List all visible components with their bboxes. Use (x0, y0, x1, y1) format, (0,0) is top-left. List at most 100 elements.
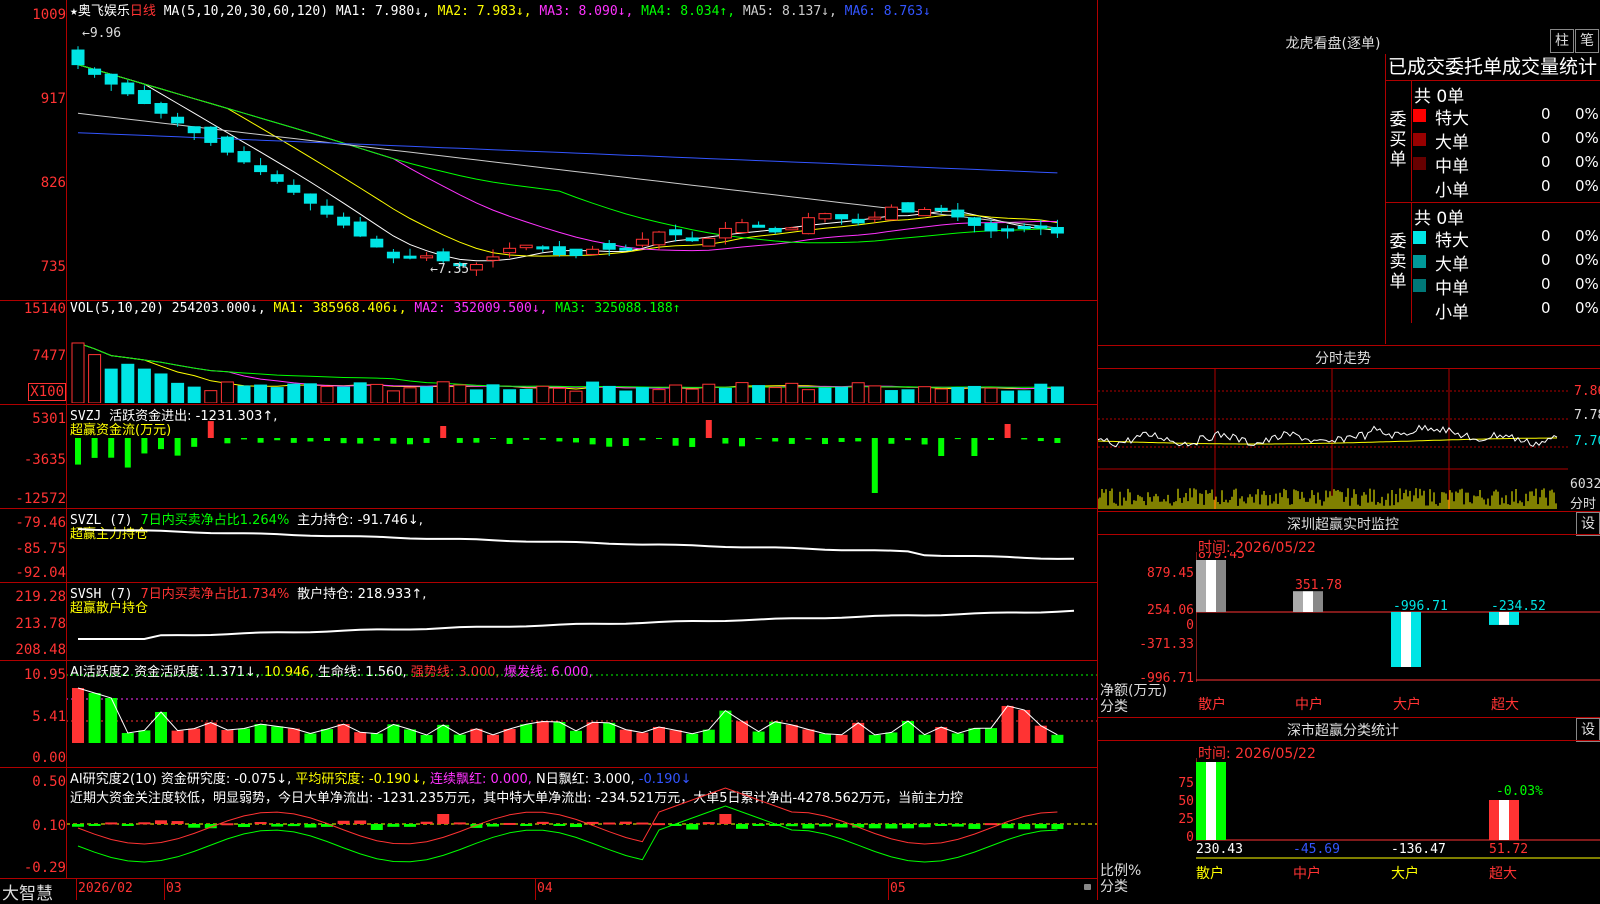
volume-bar (536, 385, 550, 403)
classify-category: 中户 (1293, 865, 1321, 882)
volume-bar (901, 389, 915, 403)
volume-bar (519, 388, 533, 403)
activity-bar (105, 698, 118, 743)
flow-bar (938, 438, 945, 456)
brand-label[interactable]: 大智慧 (2, 879, 53, 904)
ai-activity-pane[interactable]: 10.95 5.41 0.00 AI活跃度2 资金活跃度: 1.371↓, 10… (0, 661, 1097, 767)
flow-bar (224, 438, 231, 444)
flow-bar (274, 438, 281, 441)
research-bar (802, 824, 815, 829)
candle (1034, 225, 1048, 229)
dragon-table: 已成交委托单成交量统计 委买单 共 0单 特大 0 0% 大单 0 0% 中单 0 0% 小单 0 0… (1385, 54, 1600, 344)
flow-bar (324, 438, 330, 441)
flow-bar (407, 438, 413, 445)
ai-research-chart[interactable] (66, 768, 1097, 878)
realtime-monitor-panel[interactable]: 深圳超赢实时监控 设 时间: 2026/05/22 879.45 254.06 … (1098, 512, 1600, 717)
research-bar (138, 822, 151, 825)
volume-bar (220, 381, 234, 403)
candle (602, 243, 616, 250)
svzl-pane[interactable]: -79.46 -85.75 -92.04 SVZL (7) 7日内买卖净占比1.… (0, 509, 1097, 582)
classify-value: -136.47 (1391, 842, 1446, 857)
flow-bar (971, 438, 978, 456)
kline-pane[interactable]: 1009 917 826 735 ★奥飞娱乐日线 MA(5,10,20,30,6… (0, 0, 1097, 300)
flow-bar (456, 438, 463, 443)
activity-bar (487, 734, 499, 743)
research-bar (188, 824, 201, 828)
activity-bar (287, 728, 300, 743)
intraday-chart[interactable] (1098, 369, 1568, 509)
intraday-panel[interactable]: 分时走势 7.86 7.78 7.70 6032 分时 (1098, 346, 1600, 512)
research-bar (304, 824, 317, 828)
svsh-pane[interactable]: 219.28 213.78 208.48 SVSH (7) 7日内买卖净占比1.… (0, 583, 1097, 660)
flow-bar (523, 438, 530, 440)
activity-bar (238, 728, 250, 743)
activity-bar (553, 721, 566, 743)
activity-bar (586, 722, 599, 743)
vol-value: 254203.000↓, (171, 301, 266, 316)
svsh-chart[interactable] (66, 583, 1097, 660)
ai-research-y-axis: 0.50 0.10 -0.29 (0, 768, 66, 878)
dragon-tiger-panel[interactable]: 龙虎看盘(逐单) 柱 笔 已成交委托单成交量统计 委买单 共 0单 特大 0 0% 大… (1098, 0, 1600, 345)
x-label: 05 (890, 881, 906, 896)
bar-view-button[interactable]: 柱 (1550, 29, 1574, 53)
classify-chart[interactable]: 230.43 散户 -45.69 中户 -136.47 大户 51.72 超大 (1196, 758, 1600, 900)
ai-research-pane[interactable]: 0.50 0.10 -0.29 AI研究度2(10) 资金研究度: -0.075… (0, 768, 1097, 878)
lock-icon[interactable] (1084, 884, 1091, 890)
flow-bar (539, 438, 546, 440)
ai-activity-chart[interactable] (66, 661, 1097, 767)
activity-bar (420, 734, 433, 743)
divider (1098, 534, 1600, 535)
research-bar (520, 824, 533, 826)
activity-bar (570, 730, 582, 743)
activity-bar (370, 733, 383, 743)
candle (918, 208, 932, 217)
research-bar (935, 824, 948, 826)
research-bar (736, 824, 748, 829)
volume-pane[interactable]: 15140 7477 X100 VOL(5,10,20) 254203.000↓… (0, 301, 1097, 404)
candle (951, 209, 965, 218)
candle (685, 237, 699, 242)
monitor-chart[interactable]: 879.45 散户 351.78 中户 -996.71 大户 -234.52 超大 (1196, 552, 1600, 717)
activity-bar (271, 726, 284, 743)
flow-bar (241, 438, 247, 440)
volume-bar (984, 387, 998, 403)
volume-legend: VOL(5,10,20) 254203.000↓, MA1: 385968.40… (70, 301, 681, 316)
sell-row-label: 特大 (1435, 231, 1469, 251)
candle (154, 103, 168, 114)
volume-bar (967, 385, 981, 403)
volume-bar (552, 387, 566, 403)
sell-row-pct: 0% (1575, 275, 1599, 293)
svzj-chart[interactable] (66, 405, 1097, 508)
volume-chart[interactable] (66, 315, 1097, 403)
classify-panel[interactable]: 深市超赢分类统计 设 时间: 2026/05/22 75 50 25 0 比例%… (1098, 718, 1600, 900)
flow-bar (108, 438, 115, 458)
flow-bar (423, 438, 430, 443)
candle (1017, 226, 1031, 230)
flow-bar (1054, 438, 1061, 443)
candle (386, 251, 400, 259)
monitor-bar-group (1391, 612, 1421, 667)
svzj-pane[interactable]: 5301 -3635 -12572 SVZJ 活跃资金进出: -1231.303… (0, 405, 1097, 508)
research-bar (553, 824, 566, 826)
activity-bar (619, 729, 632, 743)
candle (486, 256, 500, 261)
candle (652, 231, 666, 246)
settings-button[interactable]: 设 (1576, 512, 1600, 536)
candle (88, 68, 102, 75)
y-tick: 219.28 (15, 589, 66, 605)
intraday-y-tick: 7.78 (1574, 408, 1600, 423)
volume-bar (254, 384, 268, 403)
flow-bar (141, 438, 148, 454)
svzl-chart[interactable] (66, 509, 1097, 582)
research-bar (619, 821, 632, 824)
research-bar (1051, 824, 1064, 830)
vol-ma-line (77, 342, 1058, 388)
monitor-y-tick: 0 (1186, 618, 1194, 633)
research-bar (503, 822, 516, 825)
candlestick-chart[interactable] (66, 16, 1097, 298)
candle (586, 248, 600, 255)
y-tick: 15140 (23, 301, 66, 317)
candle (801, 217, 815, 235)
tick-view-button[interactable]: 笔 (1575, 29, 1599, 53)
settings-button[interactable]: 设 (1576, 718, 1600, 742)
